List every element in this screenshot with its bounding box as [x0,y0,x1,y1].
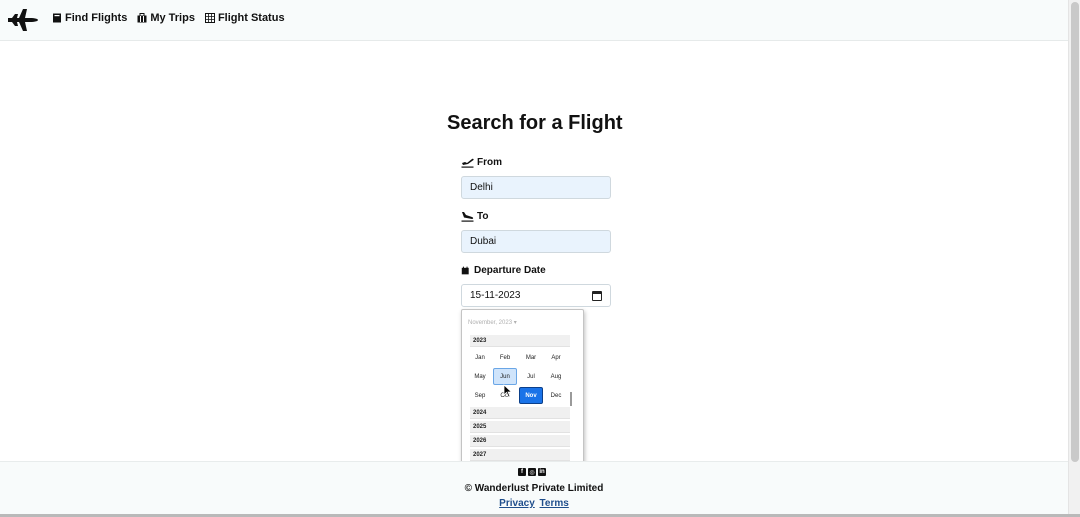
month-jan[interactable]: Jan [468,349,492,366]
month-may[interactable]: May [468,368,492,385]
from-label-text: From [477,157,502,168]
linkedin-icon[interactable]: in [538,468,546,476]
mouse-pointer-icon [503,384,513,398]
month-nov[interactable]: Nov [519,387,543,404]
from-label: From [461,157,502,168]
month-year-picker: November, 2023 ▾ 2023 Jan Feb Mar Apr Ma… [461,309,584,466]
to-label: To [461,211,488,222]
departure-date-label: Departure Date [461,265,546,276]
calendar-grid-icon [204,13,215,23]
month-aug[interactable]: Aug [544,368,568,385]
month-jul[interactable]: Jul [519,368,543,385]
nav-find-flights[interactable]: Find Flights [52,12,127,24]
suitcase-icon [137,13,147,23]
footer: f ◎ in © Wanderlust Private Limited Priv… [0,461,1068,517]
month-feb[interactable]: Feb [493,349,517,366]
departure-date-label-text: Departure Date [474,265,546,276]
nav-flight-status-label: Flight Status [217,12,285,24]
year-row[interactable]: 2026 [470,435,570,447]
terms-link[interactable]: Terms [540,498,569,509]
to-input[interactable]: Dubai [461,230,611,253]
page-scrollbar[interactable] [1068,0,1080,517]
nav-flight-status[interactable]: Flight Status [204,12,285,24]
copyright-text: © Wanderlust Private Limited [464,483,604,494]
picker-scroll-thumb[interactable] [570,392,572,406]
calendar-picker-button-icon[interactable] [592,290,602,301]
month-jun[interactable]: Jun [493,368,517,385]
scrollbar-thumb[interactable] [1071,2,1079,462]
book-icon [53,13,61,23]
footer-links: Privacy Terms [0,498,1068,509]
year-row[interactable]: 2024 [470,407,570,419]
departure-date-value: 15-11-2023 [470,290,521,301]
page-title: Search for a Flight [447,112,623,134]
instagram-icon[interactable]: ◎ [528,468,536,476]
year-row[interactable]: 2027 [470,449,570,461]
social-links: f ◎ in [518,468,546,476]
departure-date-input[interactable]: 15-11-2023 [461,284,611,307]
facebook-icon[interactable]: f [518,468,526,476]
to-input-value: Dubai [470,236,497,247]
privacy-link[interactable]: Privacy [499,498,535,509]
from-input-value: Delhi [470,182,493,193]
month-dec[interactable]: Dec [544,387,568,404]
nav-my-trips-label: My Trips [150,12,195,24]
nav-find-flights-label: Find Flights [65,12,128,24]
year-row[interactable]: 2025 [470,421,570,433]
year-row-current[interactable]: 2023 [470,335,570,347]
airplane-logo-icon[interactable] [6,6,40,34]
to-label-text: To [477,211,489,222]
month-apr[interactable]: Apr [544,349,568,366]
plane-arrival-icon [461,212,474,222]
month-mar[interactable]: Mar [519,349,543,366]
from-input[interactable]: Delhi [461,176,611,199]
plane-departure-icon [461,158,474,168]
month-sep[interactable]: Sep [468,387,492,404]
picker-header[interactable]: November, 2023 ▾ [468,319,517,326]
nav-my-trips[interactable]: My Trips [137,12,195,24]
top-navbar: Find Flights My Trips Flight Status [0,0,1068,41]
calendar-icon [461,266,469,275]
